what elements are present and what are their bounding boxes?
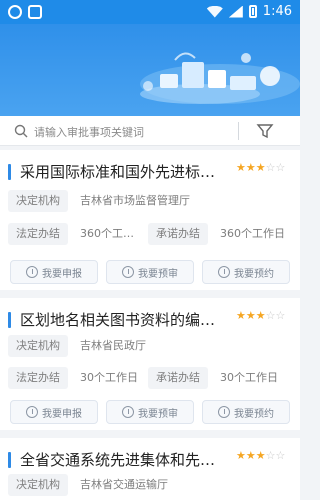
wifi-icon xyxy=(207,6,223,18)
label-legal-time: 法定办结 xyxy=(8,367,68,389)
title-accent xyxy=(8,452,11,468)
decision-org-value: 吉林省市场监督管理厅 xyxy=(80,194,190,207)
legal-time-value: 30个工作日 xyxy=(80,371,138,384)
label-legal-time: 法定办结 xyxy=(8,223,68,245)
label-decision-org: 决定机构 xyxy=(8,474,68,496)
header-banner xyxy=(0,24,300,116)
signal-icon xyxy=(228,5,243,18)
apply-button[interactable]: 我要申报 xyxy=(10,260,98,284)
apply-label: 我要申报 xyxy=(42,408,82,420)
appointment-button[interactable]: 我要预约 xyxy=(202,260,290,284)
rating-stars: ★★★☆☆ xyxy=(236,449,286,462)
appointment-label: 我要预约 xyxy=(234,408,274,420)
promise-time-value: 360个工作日 xyxy=(220,227,285,240)
rating-stars: ★★★☆☆ xyxy=(236,161,286,174)
search-icon xyxy=(14,124,28,138)
promise-time-value: 30个工作日 xyxy=(220,371,278,384)
legal-time-value: 360个工… xyxy=(80,227,134,240)
banner-illustration xyxy=(140,52,300,104)
item-title[interactable]: 采用国际标准和国外先进标… xyxy=(20,161,220,182)
appointment-label: 我要预约 xyxy=(234,268,274,280)
preview-icon xyxy=(122,266,134,278)
clock-icon xyxy=(218,406,230,418)
apply-icon xyxy=(26,266,38,278)
approval-item[interactable]: 全省交通系统先进集体和先… ★★★☆☆ 决定机构 吉林省交通运输厅 xyxy=(0,438,300,500)
preview-button[interactable]: 我要预审 xyxy=(106,400,194,424)
apply-icon xyxy=(26,406,38,418)
decision-org-value: 吉林省民政厅 xyxy=(80,339,146,352)
appointment-button[interactable]: 我要预约 xyxy=(202,400,290,424)
preview-button[interactable]: 我要预审 xyxy=(106,260,194,284)
item-title[interactable]: 全省交通系统先进集体和先… xyxy=(20,449,220,470)
search-bar[interactable]: 请输入审批事项关键词 xyxy=(0,116,300,146)
title-accent xyxy=(8,164,11,180)
battery-icon xyxy=(248,5,257,18)
title-accent xyxy=(8,312,11,328)
approval-item[interactable]: 区划地名相关图书资料的编… ★★★☆☆ 决定机构 吉林省民政厅 法定办结 30个… xyxy=(0,298,300,430)
status-bar: 1:46 xyxy=(0,0,300,24)
filter-icon[interactable] xyxy=(256,122,274,140)
preview-label: 我要预审 xyxy=(138,268,178,280)
decision-org-value: 吉林省交通运输厅 xyxy=(80,478,168,491)
label-decision-org: 决定机构 xyxy=(8,190,68,212)
label-promise-time: 承诺办结 xyxy=(148,367,208,389)
approval-item[interactable]: 采用国际标准和国外先进标… ★★★☆☆ 决定机构 吉林省市场监督管理厅 法定办结… xyxy=(0,150,300,290)
mail-notification-icon xyxy=(28,5,42,19)
apply-button[interactable]: 我要申报 xyxy=(10,400,98,424)
apply-label: 我要申报 xyxy=(42,268,82,280)
search-divider xyxy=(238,122,239,140)
preview-icon xyxy=(122,406,134,418)
chat-notification-icon xyxy=(8,5,22,19)
rating-stars: ★★★☆☆ xyxy=(236,309,286,322)
label-decision-org: 决定机构 xyxy=(8,335,68,357)
status-time: 1:46 xyxy=(262,4,292,19)
item-title[interactable]: 区划地名相关图书资料的编… xyxy=(20,309,220,330)
preview-label: 我要预审 xyxy=(138,408,178,420)
clock-icon xyxy=(218,266,230,278)
search-placeholder[interactable]: 请输入审批事项关键词 xyxy=(34,124,144,140)
label-promise-time: 承诺办结 xyxy=(148,223,208,245)
